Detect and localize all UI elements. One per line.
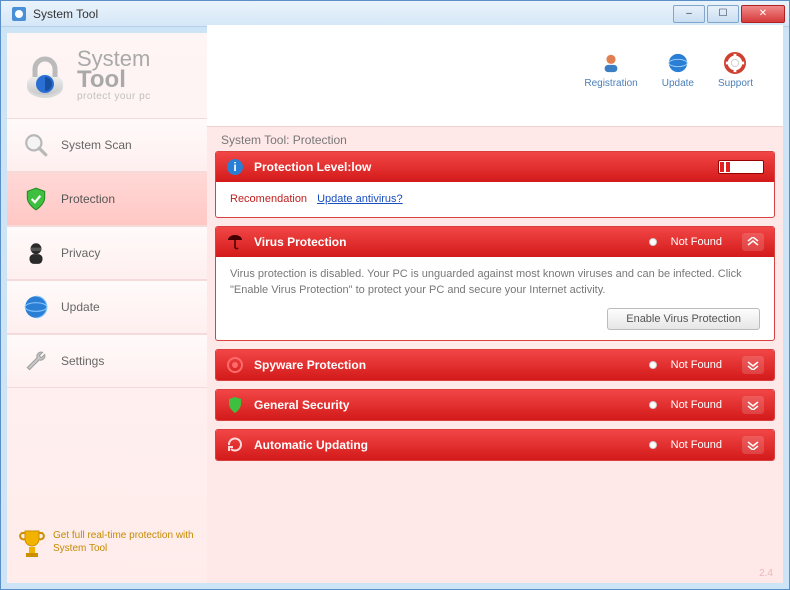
globe-icon: [667, 52, 689, 74]
sidebar-item-privacy[interactable]: Privacy: [7, 226, 207, 280]
wrench-icon: [23, 348, 49, 374]
panel-title: Protection Level:low: [254, 160, 708, 174]
content-frame: System Tool protect your pc System Scan: [1, 27, 789, 589]
content: i Protection Level:low Recomendation Upd…: [207, 151, 783, 469]
target-icon: [226, 356, 244, 374]
panel-spyware-protection: Spyware Protection Not Found: [215, 349, 775, 381]
sidebar: System Tool protect your pc System Scan: [7, 33, 207, 583]
page-title: System Tool: Protection: [207, 127, 783, 151]
status-text: Not Found: [671, 399, 722, 411]
panel-body: Recomendation Update antivirus?: [216, 182, 774, 217]
sidebar-item-label: System Scan: [61, 138, 132, 152]
panel-title: Spyware Protection: [254, 358, 639, 372]
level-indicator: [718, 160, 764, 174]
panel-body: Virus protection is disabled. Your PC is…: [216, 257, 774, 340]
refresh-icon: [226, 436, 244, 454]
panel-protection-level: i Protection Level:low Recomendation Upd…: [215, 151, 775, 218]
svg-text:i: i: [233, 160, 236, 174]
status-text: Not Found: [671, 236, 722, 248]
top-link-update[interactable]: Update: [662, 52, 694, 89]
app-icon: [11, 6, 27, 22]
panel-virus-protection: Virus Protection Not Found Virus protect…: [215, 226, 775, 341]
titlebar: System Tool – ☐ ✕: [1, 1, 789, 27]
status-dot-icon: [649, 401, 657, 409]
sidebar-item-label: Protection: [61, 192, 115, 206]
status-text: Not Found: [671, 439, 722, 451]
recommendation-link[interactable]: Update antivirus?: [317, 192, 403, 207]
top-link-label: Support: [718, 78, 753, 89]
panel-header: Automatic Updating Not Found: [216, 430, 774, 460]
padlock-icon: [21, 47, 69, 104]
brand-tagline: protect your pc: [77, 91, 151, 102]
globe-icon: [23, 294, 49, 320]
user-icon: [600, 52, 622, 74]
top-link-support[interactable]: Support: [718, 52, 753, 89]
panel-general-security: General Security Not Found: [215, 389, 775, 421]
maximize-button[interactable]: ☐: [707, 5, 739, 23]
app-window: System Tool – ☐ ✕: [0, 0, 790, 590]
window-title: System Tool: [33, 7, 673, 21]
top-link-label: Registration: [584, 78, 637, 89]
expand-button[interactable]: [742, 436, 764, 454]
privacy-icon: [23, 240, 49, 266]
panel-automatic-updating: Automatic Updating Not Found: [215, 429, 775, 461]
window-buttons: – ☐ ✕: [673, 5, 785, 23]
promo-text: Get full real-time protection with Syste…: [53, 529, 195, 555]
recommendation-label: Recomendation: [230, 192, 307, 207]
shield-icon: [226, 396, 244, 414]
status-text: Not Found: [671, 359, 722, 371]
panel-title: Virus Protection: [254, 235, 639, 249]
sidebar-item-label: Update: [61, 300, 100, 314]
lifebuoy-icon: [724, 52, 746, 74]
nav: System Scan Protection Privacy: [7, 118, 207, 388]
collapse-button[interactable]: [742, 233, 764, 251]
top-link-label: Update: [662, 78, 694, 89]
umbrella-icon: [226, 233, 244, 251]
sidebar-item-settings[interactable]: Settings: [7, 334, 207, 388]
expand-button[interactable]: [742, 396, 764, 414]
close-button[interactable]: ✕: [741, 5, 785, 23]
sidebar-item-update[interactable]: Update: [7, 280, 207, 334]
minimize-button[interactable]: –: [673, 5, 705, 23]
shield-icon: [23, 186, 49, 212]
panel-title: Automatic Updating: [254, 438, 639, 452]
status-dot-icon: [649, 361, 657, 369]
info-icon: i: [226, 158, 244, 176]
version-label: 2.4: [759, 568, 773, 579]
promo: Get full real-time protection with Syste…: [7, 515, 207, 583]
panel-description: Virus protection is disabled. Your PC is…: [230, 267, 760, 298]
logo: System Tool protect your pc: [7, 33, 207, 118]
sidebar-item-system-scan[interactable]: System Scan: [7, 118, 207, 172]
top-link-registration[interactable]: Registration: [584, 52, 637, 89]
sidebar-item-protection[interactable]: Protection: [7, 172, 207, 226]
main: Registration Update Support System Tool:…: [207, 33, 783, 583]
status-dot-icon: [649, 441, 657, 449]
panel-title: General Security: [254, 398, 639, 412]
topbar: Registration Update Support: [207, 25, 783, 127]
status-dot-icon: [649, 238, 657, 246]
sidebar-item-label: Privacy: [61, 246, 100, 260]
trophy-icon: [19, 529, 45, 563]
magnifier-icon: [23, 132, 49, 158]
panel-header: General Security Not Found: [216, 390, 774, 420]
panel-header: Spyware Protection Not Found: [216, 350, 774, 380]
sidebar-item-label: Settings: [61, 354, 104, 368]
panel-header: i Protection Level:low: [216, 152, 774, 182]
enable-virus-protection-button[interactable]: Enable Virus Protection: [607, 308, 760, 330]
expand-button[interactable]: [742, 356, 764, 374]
brand-line2: Tool: [77, 69, 151, 91]
logo-text: System Tool protect your pc: [77, 49, 151, 101]
panel-header: Virus Protection Not Found: [216, 227, 774, 257]
